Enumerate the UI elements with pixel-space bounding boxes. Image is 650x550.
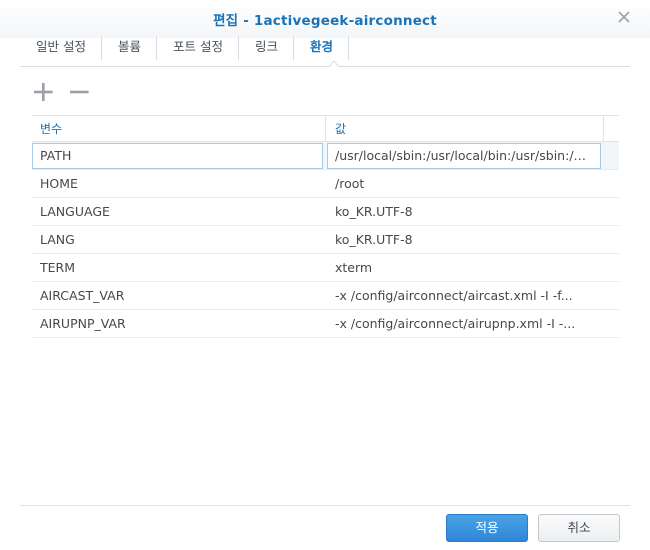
row-variable: LANG xyxy=(40,232,75,247)
column-divider[interactable] xyxy=(325,116,326,142)
variable-name-field[interactable]: PATH xyxy=(32,143,323,169)
title-bar[interactable]: 편집 - 1activegeek-airconnect xyxy=(0,0,650,38)
toolbar xyxy=(32,82,90,102)
tab-bar: 일반 설정 볼륨 포트 설정 링크 환경 xyxy=(20,36,350,66)
table-row[interactable]: TERM xterm xyxy=(32,254,619,282)
tab-links[interactable]: 링크 xyxy=(239,36,295,66)
row-variable: AIRCAST_VAR xyxy=(40,288,125,303)
tab-divider xyxy=(20,66,630,67)
grid-header: 변수 값 xyxy=(32,115,619,142)
table-row-editing[interactable]: PATH /usr/local/sbin:/usr/local/bin:/usr… xyxy=(32,142,619,170)
tab-general-settings[interactable]: 일반 설정 xyxy=(20,36,102,66)
row-value: -x /config/airconnect/airupnp.xml -I -..… xyxy=(335,316,576,331)
row-value: ko_KR.UTF-8 xyxy=(335,232,413,247)
close-icon[interactable] xyxy=(615,8,633,26)
tab-volume[interactable]: 볼륨 xyxy=(102,36,158,66)
variable-value-field[interactable]: /usr/local/sbin:/usr/local/bin:/usr/sbin… xyxy=(327,143,601,169)
tab-port-settings[interactable]: 포트 설정 xyxy=(157,36,239,66)
minus-icon[interactable] xyxy=(68,82,90,102)
active-tab-pointer xyxy=(329,60,339,67)
column-header-value[interactable]: 값 xyxy=(335,116,346,142)
table-row[interactable]: LANG ko_KR.UTF-8 xyxy=(32,226,619,254)
tab-environment[interactable]: 환경 xyxy=(294,36,350,66)
row-variable: TERM xyxy=(40,260,76,275)
cancel-button[interactable]: 취소 xyxy=(538,514,620,542)
column-header-variable[interactable]: 변수 xyxy=(40,116,62,142)
row-value: /root xyxy=(335,176,365,191)
row-variable: LANGUAGE xyxy=(40,204,110,219)
footer-divider xyxy=(20,505,630,506)
dialog-title: 편집 - 1activegeek-airconnect xyxy=(213,13,437,29)
column-divider[interactable] xyxy=(603,116,604,142)
table-row[interactable]: AIRCAST_VAR -x /config/airconnect/aircas… xyxy=(32,282,619,310)
row-variable: HOME xyxy=(40,176,78,191)
table-row[interactable]: AIRUPNP_VAR -x /config/airconnect/airupn… xyxy=(32,310,619,338)
row-value: ko_KR.UTF-8 xyxy=(335,204,413,219)
table-row[interactable]: LANGUAGE ko_KR.UTF-8 xyxy=(32,198,619,226)
table-row[interactable]: HOME /root xyxy=(32,170,619,198)
row-value: xterm xyxy=(335,260,373,275)
environment-grid: 변수 값 PATH /usr/local/sbin:/usr/local/bin… xyxy=(32,115,619,338)
apply-button[interactable]: 적용 xyxy=(446,514,528,542)
edit-dialog: 편집 - 1activegeek-airconnect 일반 설정 볼륨 포트 … xyxy=(0,0,650,550)
plus-icon[interactable] xyxy=(32,82,54,102)
row-value: -x /config/airconnect/aircast.xml -I -f.… xyxy=(335,288,573,303)
row-variable: AIRUPNP_VAR xyxy=(40,316,126,331)
